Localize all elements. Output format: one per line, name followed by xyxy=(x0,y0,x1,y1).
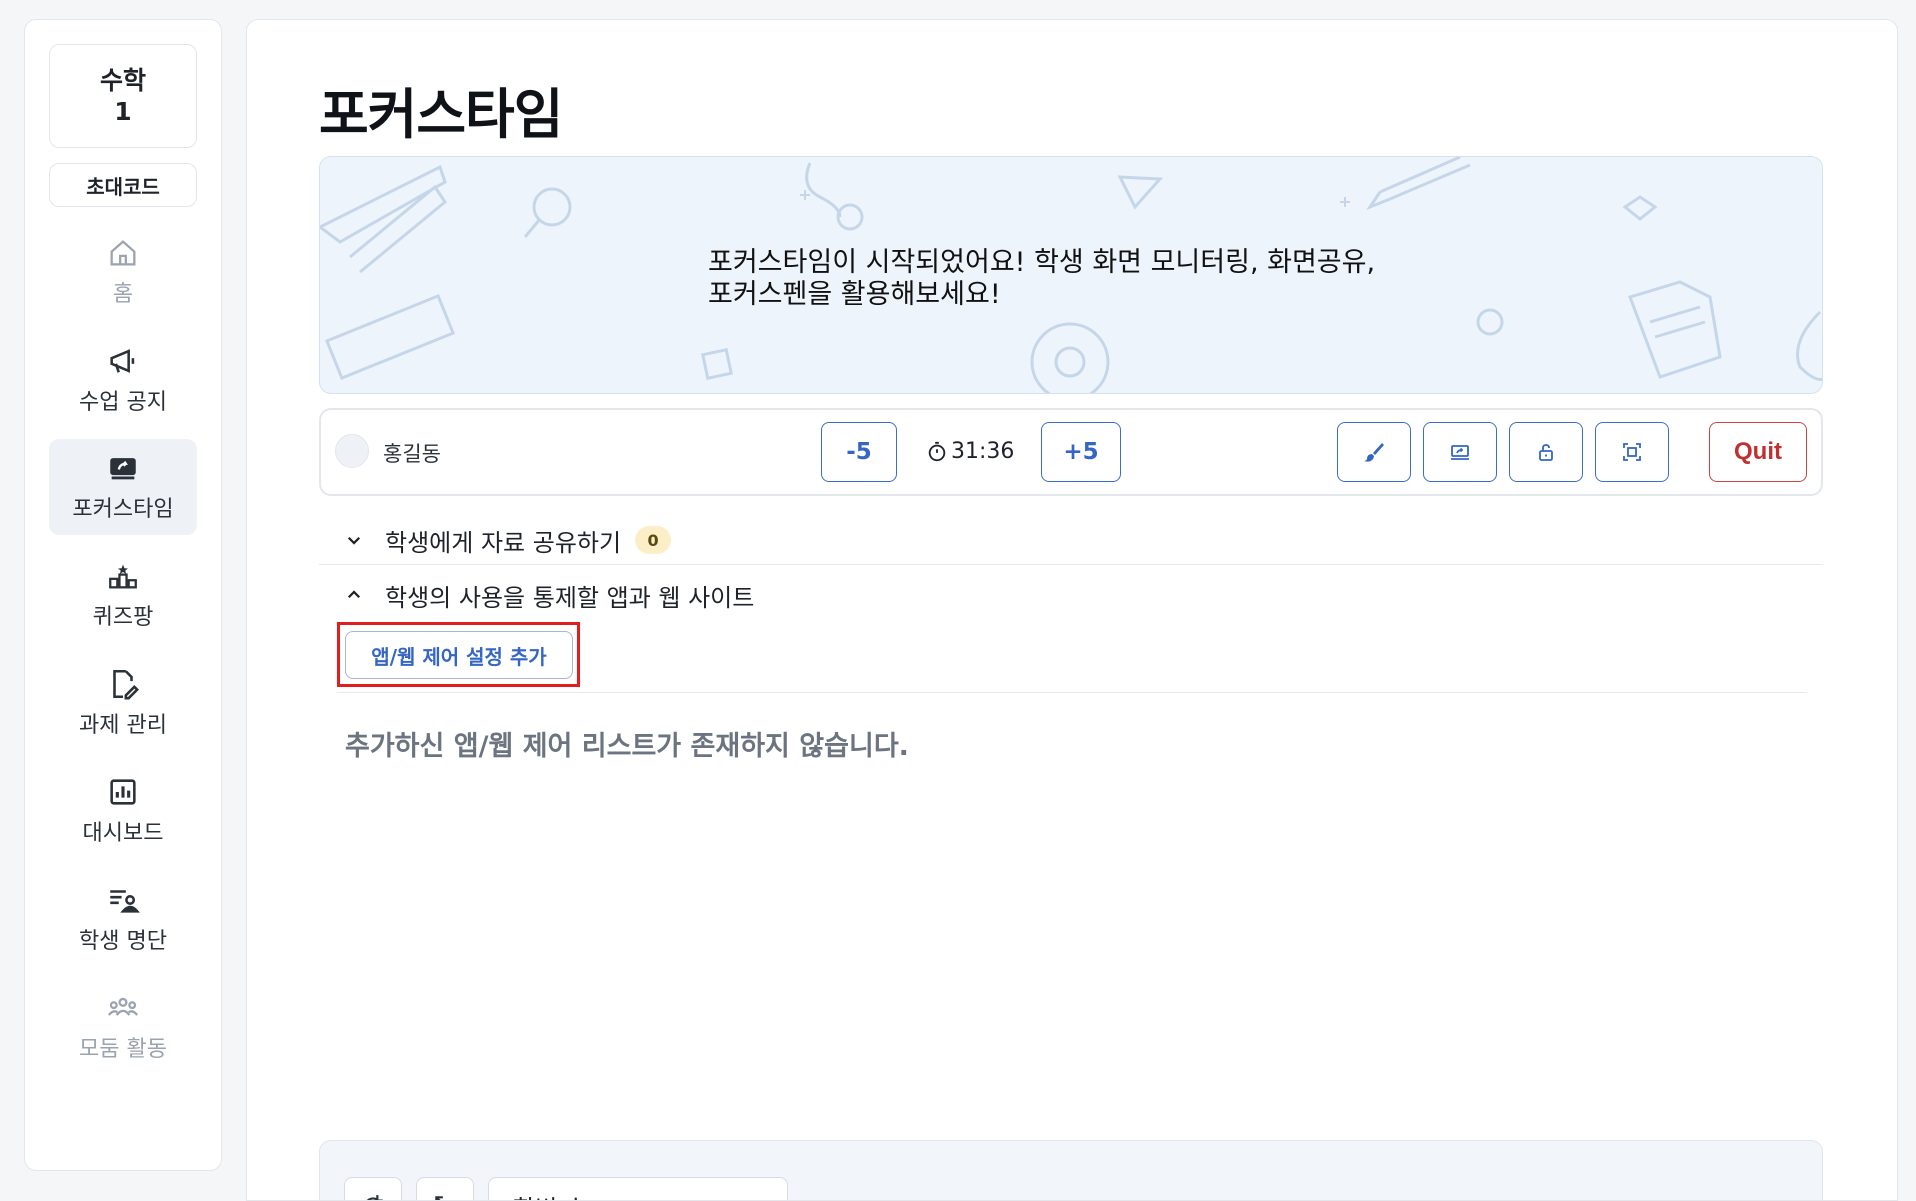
sidebar: 수학 1 초대코드 홈 수업 공지 포커스타임 퀴즈팡 과제 관리 대시보드 학… xyxy=(24,19,222,1171)
class-card[interactable]: 수학 1 xyxy=(49,44,197,148)
home-icon xyxy=(106,236,140,270)
timer: 31:36 xyxy=(926,439,1014,464)
class-number: 1 xyxy=(114,97,132,126)
sidebar-item-label: 퀴즈팡 xyxy=(92,605,154,630)
screen-share-icon xyxy=(1451,445,1469,460)
lock-icon xyxy=(1539,444,1553,461)
sidebar-item-label: 대시보드 xyxy=(82,821,164,846)
sidebar-item-label: 수업 공지 xyxy=(79,390,167,415)
sidebar-item-assignments[interactable]: 과제 관리 xyxy=(49,655,197,751)
chevron-down-icon xyxy=(749,1196,769,1201)
banner-line-2: 포커스펜을 활용해보세요! xyxy=(708,279,1001,310)
invite-code-button[interactable]: 초대코드 xyxy=(49,163,197,207)
sidebar-item-label: 홈 xyxy=(112,282,134,307)
main-panel: 포커스타임 포커스타임이 시작되었어요! 학생 화면 모니터링, 화면공유, 포… xyxy=(246,19,1898,1201)
brush-icon xyxy=(1364,443,1384,462)
sidebar-item-home[interactable]: 홈 xyxy=(49,224,197,320)
sidebar-item-groups[interactable]: 모둠 활동 xyxy=(49,979,197,1075)
empty-list-message: 추가하신 앱/웹 제어 리스트가 존재하지 않습니다. xyxy=(345,731,909,762)
refresh-button[interactable] xyxy=(344,1177,402,1200)
bar-chart-icon xyxy=(106,775,140,809)
sidebar-item-dashboard[interactable]: 대시보드 xyxy=(49,763,197,859)
sidebar-item-label: 모둠 활동 xyxy=(79,1037,167,1062)
chevron-down-icon xyxy=(345,525,385,555)
sidebar-item-label: 과제 관리 xyxy=(79,713,167,738)
megaphone-icon xyxy=(106,344,140,378)
podium-icon xyxy=(106,559,140,593)
page-title: 포커스타임 xyxy=(319,83,563,146)
focus-pen-button[interactable] xyxy=(1337,422,1411,482)
sidebar-item-quiz[interactable]: 퀴즈팡 xyxy=(49,547,197,643)
minus-5-button[interactable]: -5 xyxy=(821,422,897,482)
share-materials-section[interactable]: 학생에게 자료 공유하기 0 xyxy=(319,520,1823,560)
edit-document-icon xyxy=(106,667,140,701)
stopwatch-icon xyxy=(928,441,946,461)
banner-message: 포커스타임이 시작되었어요! 학생 화면 모니터링, 화면공유, 포커스펜을 활… xyxy=(708,247,1375,311)
student-monitor-panel: 학번 순 xyxy=(319,1140,1823,1201)
class-subject: 수학 xyxy=(99,66,146,95)
screen-share-button[interactable] xyxy=(1423,422,1497,482)
divider xyxy=(319,564,1823,565)
sort-select[interactable]: 학번 순 xyxy=(488,1177,788,1201)
refresh-icon xyxy=(366,1195,383,1200)
screen-share-icon xyxy=(106,451,140,485)
focus-banner: 포커스타임이 시작되었어요! 학생 화면 모니터링, 화면공유, 포커스펜을 활… xyxy=(319,156,1823,394)
expand-button[interactable] xyxy=(416,1177,474,1200)
section-label: 학생의 사용을 통제할 앱과 웹 사이트 xyxy=(385,583,755,612)
lock-screen-button[interactable] xyxy=(1509,422,1583,482)
section-label: 학생에게 자료 공유하기 xyxy=(385,528,622,557)
app-web-control-section[interactable]: 학생의 사용을 통제할 앱과 웹 사이트 xyxy=(319,575,1823,615)
chevron-up-icon xyxy=(345,580,385,610)
sidebar-item-focustime[interactable]: 포커스타임 xyxy=(49,439,197,535)
plus-5-button[interactable]: +5 xyxy=(1041,422,1121,482)
student-name: 홍길동 xyxy=(383,442,441,466)
quit-button[interactable]: Quit xyxy=(1709,422,1807,482)
divider xyxy=(337,692,1807,693)
expand-icon xyxy=(435,1196,443,1200)
fullscreen-icon xyxy=(1623,443,1641,461)
student-list-icon xyxy=(106,883,140,917)
sidebar-item-label: 포커스타임 xyxy=(72,497,174,522)
sort-select-value: 학번 순 xyxy=(513,1189,587,1201)
group-icon xyxy=(106,991,140,1025)
sidebar-item-label: 학생 명단 xyxy=(79,929,167,954)
avatar xyxy=(335,434,369,468)
fullscreen-button[interactable] xyxy=(1595,422,1669,482)
timer-value: 31:36 xyxy=(951,439,1015,464)
student-control-bar: 홍길동 -5 31:36 +5 Quit xyxy=(319,408,1823,496)
highlight-box xyxy=(337,622,580,687)
sidebar-item-students[interactable]: 학생 명단 xyxy=(49,871,197,967)
banner-line-1: 포커스타임이 시작되었어요! 학생 화면 모니터링, 화면공유, xyxy=(708,247,1376,278)
count-badge: 0 xyxy=(635,526,672,554)
sidebar-item-notice[interactable]: 수업 공지 xyxy=(49,332,197,428)
